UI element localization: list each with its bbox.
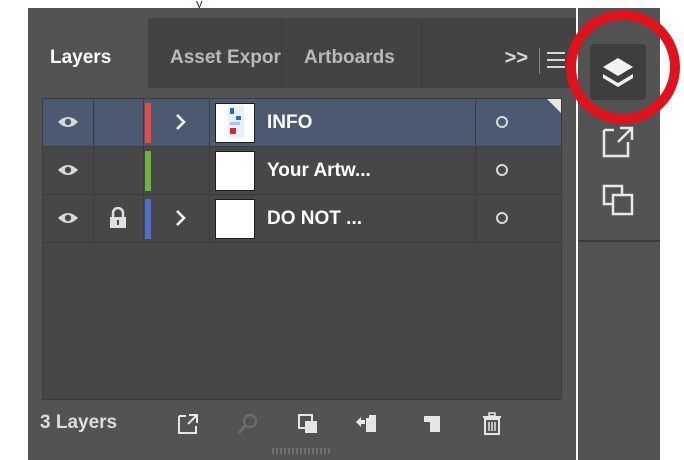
lock-icon — [110, 207, 126, 228]
panel-footer: 3 Layers — [28, 400, 576, 446]
layer-row-your-artwork[interactable]: Your Artw... — [43, 147, 561, 195]
artboards-icon — [602, 184, 634, 216]
visibility-toggle[interactable] — [43, 99, 94, 146]
panel-menu-icon[interactable] — [546, 50, 566, 70]
locate-object-icon[interactable] — [236, 412, 260, 436]
expand-toggle[interactable] — [161, 99, 210, 146]
toolbar-divider — [578, 240, 660, 242]
new-layer-icon[interactable] — [420, 412, 444, 436]
chevron-right-icon — [176, 210, 186, 226]
eye-icon — [58, 165, 78, 175]
layer-count: 3 Layers — [40, 412, 118, 433]
layers-list: INFO Your Artw... DO NOT ... — [42, 98, 562, 400]
tab-layers[interactable]: Layers — [28, 18, 148, 88]
layer-color-bar — [145, 151, 151, 191]
artboards-dock-button[interactable] — [590, 174, 646, 230]
tab-artboards[interactable]: Artboards — [282, 18, 422, 88]
visibility-toggle[interactable] — [43, 147, 94, 194]
trash-icon[interactable] — [480, 412, 504, 436]
expand-toggle[interactable] — [161, 195, 210, 242]
create-sublayer-icon[interactable] — [354, 412, 378, 436]
target-toggle[interactable] — [475, 195, 561, 242]
screenshot: y Layers Asset Export Artboards >> INFO … — [0, 0, 684, 460]
expand-toggle[interactable] — [161, 147, 210, 194]
tab-overflow-button[interactable]: >> — [505, 18, 528, 88]
highlight-annotation-ring — [566, 10, 680, 124]
layer-name[interactable]: Your Artw... — [267, 147, 371, 194]
target-circle-icon — [496, 164, 508, 176]
layer-thumbnail — [215, 103, 255, 143]
tab-divider — [539, 48, 540, 74]
lock-toggle[interactable] — [93, 99, 144, 146]
lock-toggle[interactable] — [93, 147, 144, 194]
layer-row-do-not[interactable]: DO NOT ... — [43, 195, 561, 243]
panel-tab-bar: Layers Asset Export Artboards >> — [28, 18, 576, 88]
layer-name[interactable]: INFO — [267, 99, 312, 146]
layer-row-info[interactable]: INFO — [43, 99, 561, 147]
selection-indicator — [547, 99, 561, 113]
export-icon — [602, 126, 634, 158]
target-circle-icon — [496, 212, 508, 224]
info-thumbnail-art — [228, 106, 244, 138]
layer-color-bar — [145, 199, 151, 239]
layer-name[interactable]: DO NOT ... — [267, 195, 362, 242]
target-toggle[interactable] — [475, 147, 561, 194]
eye-icon — [58, 213, 78, 223]
target-toggle[interactable] — [475, 99, 561, 146]
lock-toggle[interactable] — [93, 195, 144, 242]
layer-thumbnail — [215, 151, 255, 191]
eye-icon — [58, 117, 78, 127]
tab-asset-export[interactable]: Asset Export — [148, 18, 282, 88]
resize-grip[interactable] — [272, 448, 332, 454]
layer-thumbnail — [215, 199, 255, 239]
visibility-toggle[interactable] — [43, 195, 94, 242]
chevron-right-icon — [176, 114, 186, 130]
layers-panel: Layers Asset Export Artboards >> INFO Yo… — [28, 8, 576, 460]
make-clipping-mask-icon[interactable] — [296, 412, 320, 436]
layer-color-bar — [145, 103, 151, 143]
target-circle-icon — [496, 116, 508, 128]
export-selection-icon[interactable] — [176, 412, 200, 436]
